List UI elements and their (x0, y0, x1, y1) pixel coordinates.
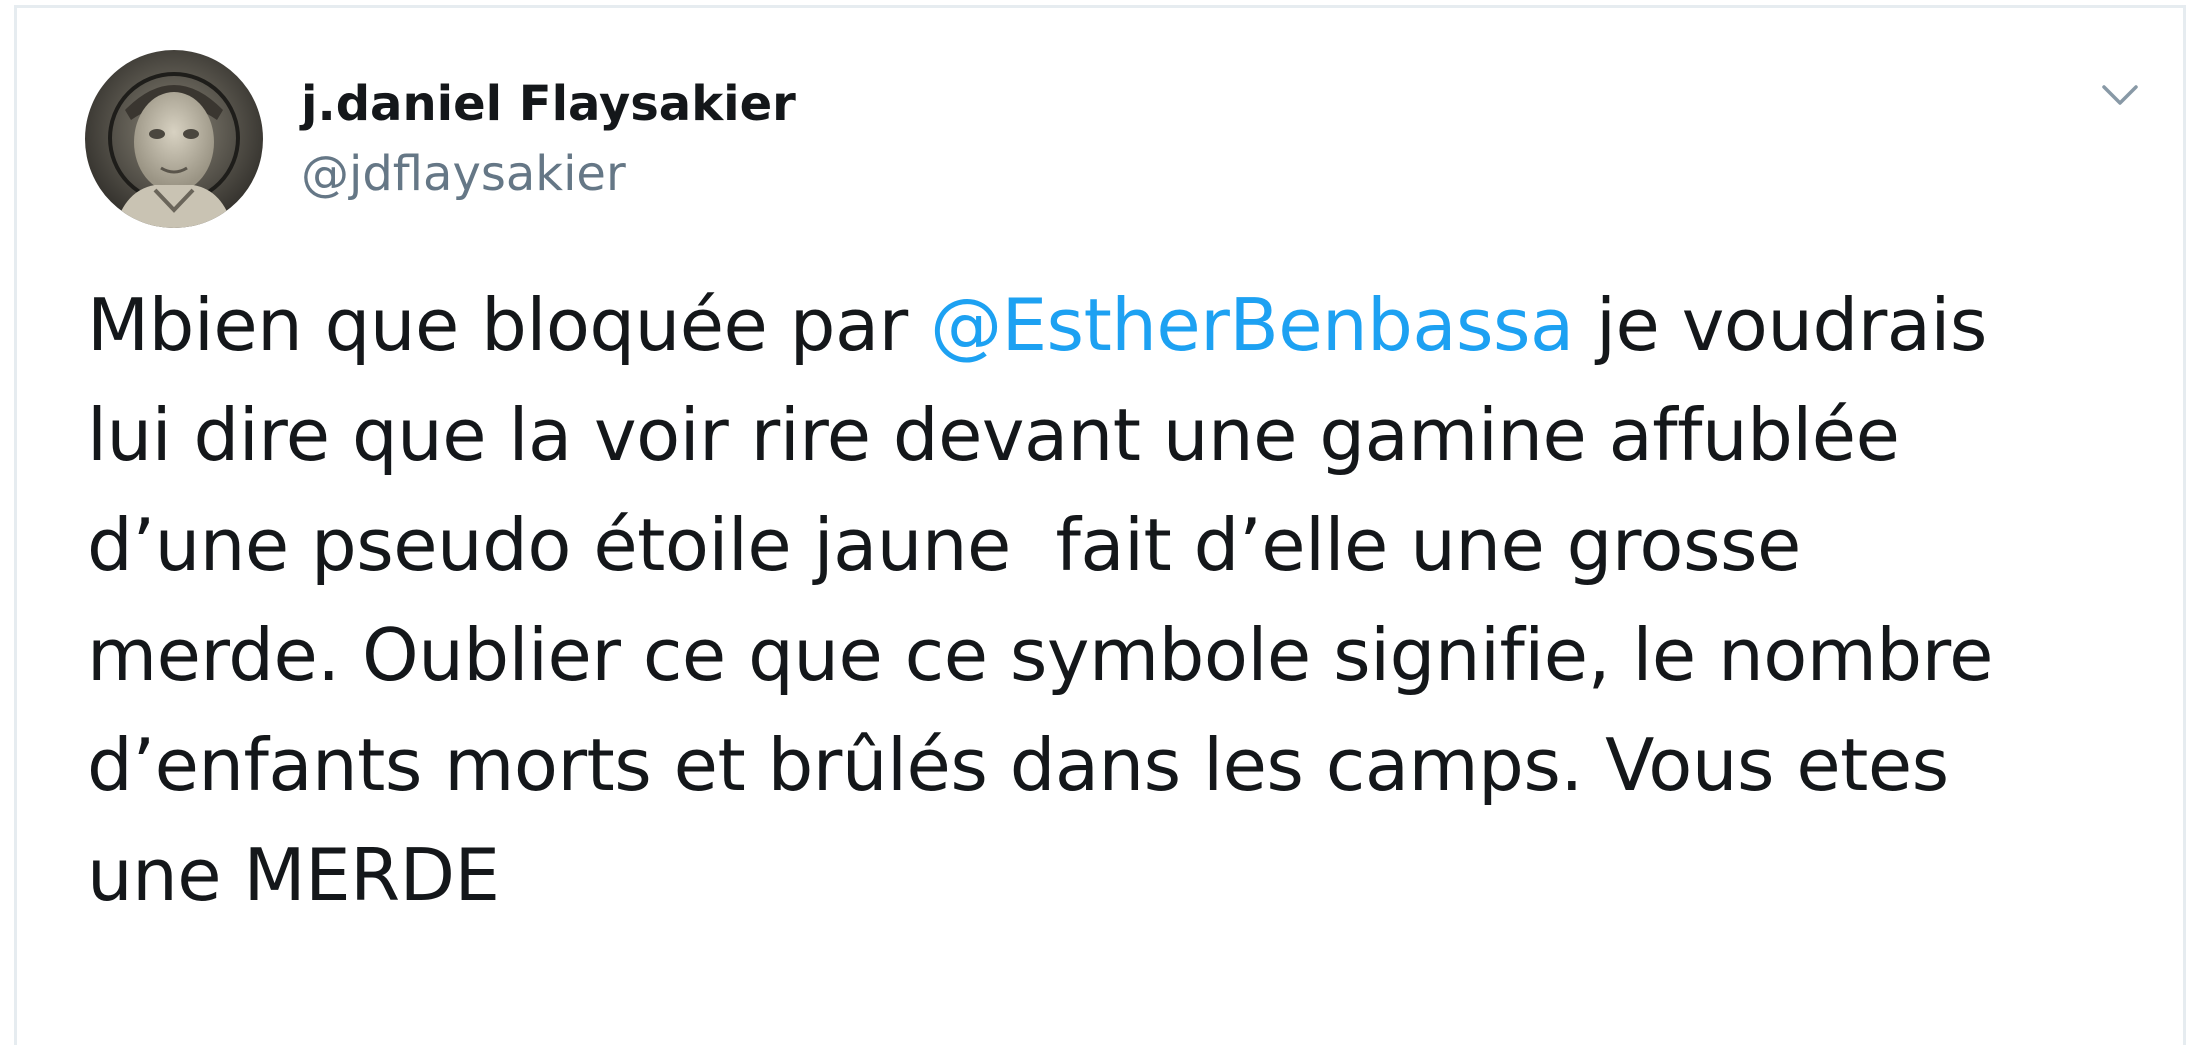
tweet-line: merde. Oublier ce que ce symbole signifi… (87, 613, 1993, 697)
tweet-line: Mbien que bloquée par @EstherBenbassa je… (87, 270, 2167, 380)
mention-link[interactable]: @EstherBenbassa (930, 283, 1574, 367)
user-handle[interactable]: @jdflaysakier (301, 144, 626, 204)
tweet-line: lui dire que la voir rire devant une gam… (87, 393, 1900, 477)
tweet-line: d’une pseudo étoile jaune fait d’elle un… (87, 503, 1801, 587)
tweet-text-segment: Mbien que bloquée par (87, 283, 931, 367)
tweet-card: j.daniel Flaysakier @jdflaysakier Mbien … (14, 5, 2186, 1045)
user-display-name[interactable]: j.daniel Flaysakier (301, 74, 796, 134)
avatar[interactable] (85, 50, 263, 228)
tweet-line: d’enfants morts et brûlés dans les camps… (87, 723, 1949, 807)
chevron-down-icon[interactable] (2095, 70, 2145, 120)
tweet-text-segment: je voudrais (1573, 283, 1987, 367)
tweet-line: une MERDE (87, 833, 500, 917)
avatar-photo (85, 50, 263, 228)
tweet-text: Mbien que bloquée par @EstherBenbassa je… (87, 270, 2167, 930)
